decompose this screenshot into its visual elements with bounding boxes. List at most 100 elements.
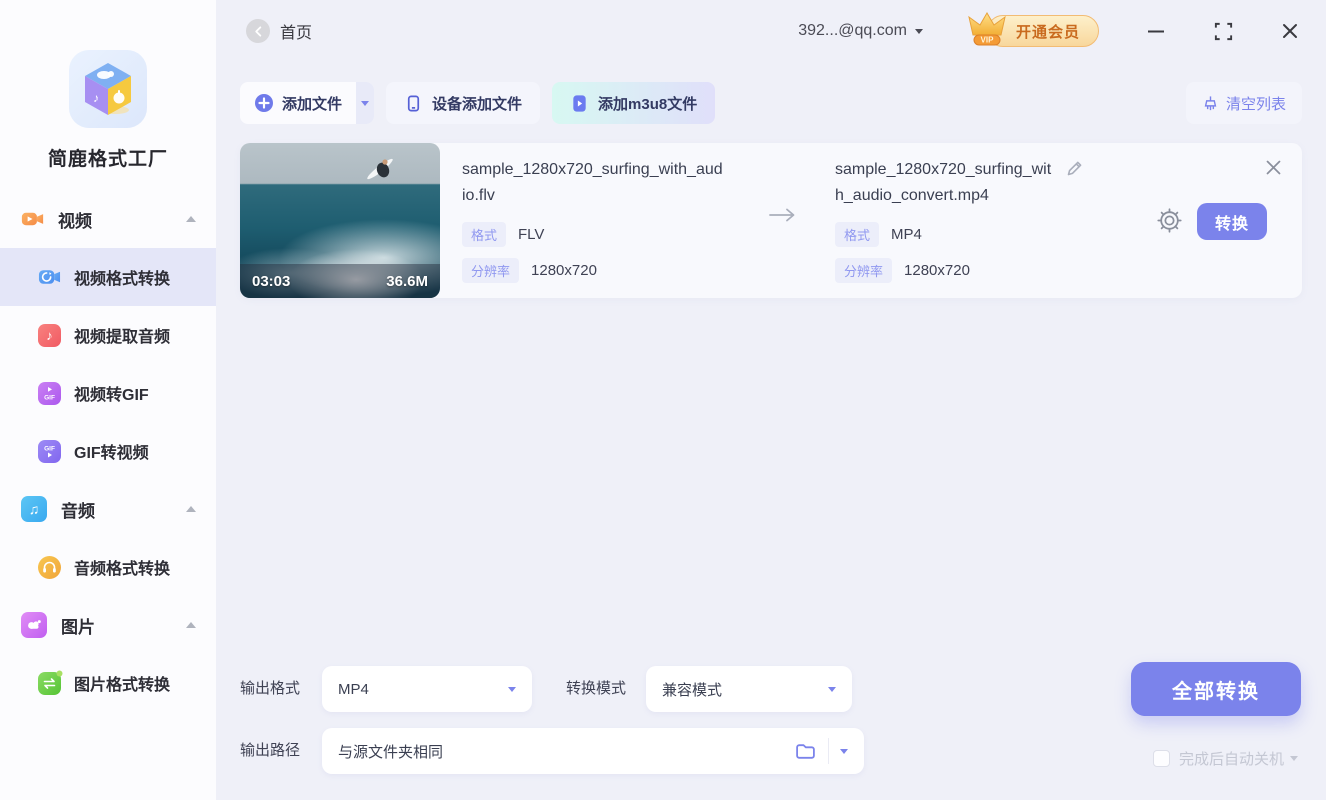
video-camera-icon <box>21 208 44 231</box>
minimize-button[interactable] <box>1145 20 1167 42</box>
svg-text:♪: ♪ <box>93 91 99 105</box>
m3u8-file-icon <box>570 94 589 113</box>
target-filename: sample_1280x720_surfing_with_audio_conve… <box>835 157 1053 209</box>
output-format-select[interactable]: MP4 <box>322 666 532 712</box>
maximize-icon <box>1213 21 1234 42</box>
add-from-device-button[interactable]: 设备添加文件 <box>386 82 540 124</box>
video-duration: 03:03 <box>252 273 290 290</box>
close-icon <box>1280 21 1300 41</box>
main-area: 首页 392...@qq.com 开通会员 VIP <box>216 0 1326 800</box>
vip-upgrade-button[interactable]: 开通会员 VIP <box>963 15 1099 47</box>
caret-down-icon[interactable] <box>1290 756 1298 761</box>
gif-to-video-icon: GIF <box>38 440 61 463</box>
remove-file-icon[interactable] <box>1265 159 1282 176</box>
convert-mode-select[interactable]: 兼容模式 <box>646 666 852 712</box>
sidebar-section-label: 视频 <box>58 207 92 232</box>
add-file-label: 添加文件 <box>282 93 342 114</box>
image-convert-icon <box>38 672 61 695</box>
thumbnail-overlay: 03:03 36.6M <box>240 264 440 298</box>
output-format-value: MP4 <box>338 681 369 698</box>
app-logo-icon: ♪ <box>69 50 147 128</box>
sidebar-item-label: 视频转GIF <box>74 381 149 405</box>
headphones-icon <box>38 556 61 579</box>
sidebar-item-label: 视频格式转换 <box>74 265 170 289</box>
output-path-input[interactable]: 与源文件夹相同 <box>322 728 864 774</box>
svg-text:GIF: GIF <box>44 394 55 401</box>
sidebar: ♪ 简鹿格式工厂 视频 <box>0 0 216 800</box>
broom-icon <box>1202 95 1219 112</box>
video-to-gif-icon: GIF <box>38 382 61 405</box>
caret-down-icon <box>828 687 836 692</box>
sidebar-section-video[interactable]: 视频 <box>0 190 216 248</box>
vip-upgrade-label: 开通会员 <box>1016 21 1080 42</box>
music-note-icon: ♪ <box>38 324 61 347</box>
chevron-up-icon[interactable] <box>186 506 196 512</box>
auto-shutdown-toggle[interactable]: 完成后自动关机 <box>1153 748 1298 769</box>
account-email: 392...@qq.com <box>798 22 907 40</box>
file-card: 03:03 36.6M sample_1280x720_surfing_with… <box>240 143 1302 298</box>
vip-crown-icon: VIP <box>963 7 1011 53</box>
folder-icon[interactable] <box>795 743 816 760</box>
convert-mode-value: 兼容模式 <box>662 679 722 700</box>
chevron-up-icon[interactable] <box>186 622 196 628</box>
sidebar-item-image-convert[interactable]: 图片格式转换 <box>0 654 216 712</box>
video-thumbnail[interactable]: 03:03 36.6M <box>240 143 440 298</box>
format-badge: 格式 <box>835 222 879 247</box>
caret-down-icon <box>361 101 369 106</box>
clear-list-label: 清空列表 <box>1226 93 1286 114</box>
sidebar-item-label: 图片格式转换 <box>74 671 170 695</box>
source-filename: sample_1280x720_surfing_with_audio.flv <box>462 157 724 209</box>
caret-down-icon <box>915 29 923 34</box>
video-size: 36.6M <box>386 273 428 290</box>
account-menu[interactable]: 392...@qq.com <box>798 22 923 40</box>
gear-icon[interactable] <box>1156 207 1183 234</box>
source-format-value: FLV <box>518 226 544 243</box>
caret-down-icon[interactable] <box>840 749 848 754</box>
convert-all-button[interactable]: 全部转换 <box>1131 662 1301 716</box>
convert-button[interactable]: 转换 <box>1197 203 1267 240</box>
source-file-info: sample_1280x720_surfing_with_audio.flv 格… <box>462 157 724 283</box>
target-file-info: sample_1280x720_surfing_with_audio_conve… <box>835 157 1053 283</box>
maximize-button[interactable] <box>1213 21 1234 42</box>
topbar: 首页 392...@qq.com 开通会员 VIP <box>216 0 1326 62</box>
divider <box>828 738 829 764</box>
add-m3u8-button[interactable]: 添加m3u8文件 <box>552 82 715 124</box>
auto-shutdown-label: 完成后自动关机 <box>1179 748 1284 769</box>
caret-down-icon <box>508 687 516 692</box>
app-logo-block: ♪ 简鹿格式工厂 <box>0 0 216 190</box>
close-window-button[interactable] <box>1280 21 1300 41</box>
toolbar: 添加文件 设备添加文件 添加m3u8文件 清空列表 <box>240 82 1302 124</box>
chevron-up-icon[interactable] <box>186 216 196 222</box>
source-resolution-value: 1280x720 <box>531 262 597 279</box>
image-icon <box>21 612 47 638</box>
auto-shutdown-checkbox[interactable] <box>1153 750 1170 767</box>
format-badge: 格式 <box>462 222 506 247</box>
sidebar-item-video-convert[interactable]: 视频格式转换 <box>0 248 216 306</box>
resolution-badge: 分辨率 <box>462 258 519 283</box>
sidebar-item-gif-to-video[interactable]: GIF GIF转视频 <box>0 422 216 480</box>
sidebar-item-audio-convert[interactable]: 音频格式转换 <box>0 538 216 596</box>
clear-list-button[interactable]: 清空列表 <box>1186 82 1302 124</box>
resolution-badge: 分辨率 <box>835 258 892 283</box>
add-file-button[interactable]: 添加文件 <box>240 82 374 124</box>
surfer-figure <box>358 155 404 191</box>
sidebar-item-video-to-gif[interactable]: GIF 视频转GIF <box>0 364 216 422</box>
svg-text:GIF: GIF <box>44 445 55 452</box>
svg-text:VIP: VIP <box>981 36 995 45</box>
sidebar-section-image[interactable]: 图片 <box>0 596 216 654</box>
back-button[interactable] <box>246 19 270 43</box>
add-from-device-label: 设备添加文件 <box>432 93 522 114</box>
sidebar-section-label: 图片 <box>61 613 95 638</box>
phone-icon <box>404 94 423 113</box>
sidebar-item-video-extract-audio[interactable]: ♪ 视频提取音频 <box>0 306 216 364</box>
convert-mode-label: 转换模式 <box>566 666 626 712</box>
arrow-right-icon <box>768 207 796 223</box>
edit-pencil-icon[interactable] <box>1065 159 1084 178</box>
minimize-icon <box>1145 20 1167 42</box>
output-format-label: 输出格式 <box>240 666 300 712</box>
add-m3u8-label: 添加m3u8文件 <box>598 93 697 114</box>
sidebar-section-audio[interactable]: ♫ 音频 <box>0 480 216 538</box>
add-file-dropdown[interactable] <box>356 82 374 124</box>
target-format-value: MP4 <box>891 226 922 243</box>
back-icon <box>253 26 264 37</box>
